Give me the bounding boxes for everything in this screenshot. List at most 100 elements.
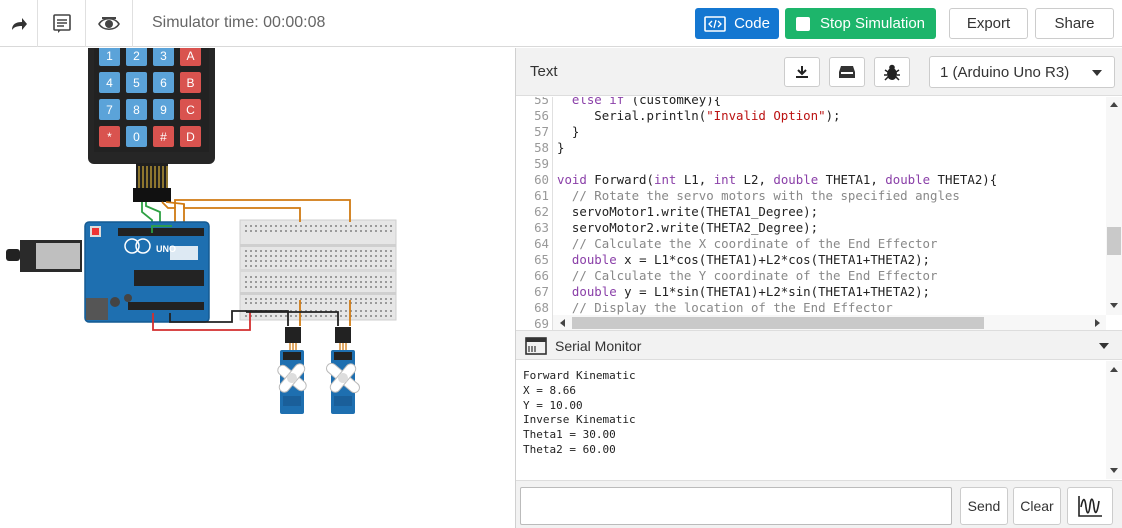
keypad-key-label: B xyxy=(186,76,194,90)
code-editor[interactable]: 55 else if (customKey){56 Serial.println… xyxy=(516,97,1122,330)
editor-mode-label[interactable]: Text xyxy=(530,63,558,80)
code-line[interactable]: 64 // Calculate the X coordinate of the … xyxy=(516,236,1106,252)
editor-vertical-scroll-thumb[interactable] xyxy=(1107,227,1121,255)
code-text: else if (customKey){ xyxy=(571,97,722,107)
plotter-graph-button[interactable] xyxy=(1067,487,1113,525)
code-line[interactable]: 61 // Rotate the servo motors with the s… xyxy=(516,188,1106,204)
redo-icon[interactable] xyxy=(0,0,37,47)
scroll-up-icon[interactable] xyxy=(1109,100,1119,108)
send-button[interactable]: Send xyxy=(960,487,1008,525)
debugger-bug-icon[interactable] xyxy=(874,57,910,87)
scroll-down-icon[interactable] xyxy=(1109,302,1119,310)
serial-line: Theta2 = 60.00 xyxy=(523,442,616,456)
serial-line: Forward Kinematic xyxy=(523,369,636,382)
code-icon xyxy=(704,15,726,32)
code-text: } xyxy=(557,140,565,155)
line-number: 67 xyxy=(534,284,549,299)
serial-line: X = 8.66 xyxy=(523,383,576,397)
stop-simulation-label: Stop Simulation xyxy=(819,15,926,32)
keypad-key-label: 5 xyxy=(133,76,140,90)
line-number: 66 xyxy=(534,268,549,283)
serial-output: Forward Kinematic X = 8.66 Y = 10.00 Inv… xyxy=(516,361,1106,479)
export-button[interactable]: Export xyxy=(949,8,1028,39)
serial-monitor-icon xyxy=(525,337,547,355)
code-text: double x = L1*cos(THETA1)+L2*cos(THETA1+… xyxy=(571,252,930,267)
serial-line: Theta1 = 30.00 xyxy=(523,428,616,442)
code-text: servoMotor1.write(THETA1_Degree); xyxy=(557,204,819,219)
keypad-key-label: A xyxy=(186,49,194,63)
servo-2[interactable] xyxy=(317,327,369,414)
line-number: 60 xyxy=(534,172,549,187)
breadboard[interactable] xyxy=(239,219,397,321)
scroll-right-icon[interactable] xyxy=(1094,318,1102,328)
code-text: // Rotate the servo motors with the spec… xyxy=(557,188,960,203)
code-line[interactable]: 62 servoMotor1.write(THETA1_Degree); xyxy=(516,204,1106,220)
line-number: 68 xyxy=(534,300,549,315)
keypad-key-label: 7 xyxy=(106,103,113,117)
simulator-time: Simulator time: 00:00:08 xyxy=(152,14,326,31)
code-line[interactable]: 63 servoMotor2.write(THETA2_Degree); xyxy=(516,220,1106,236)
serial-line: Y = 10.00 xyxy=(523,398,583,412)
clear-button[interactable]: Clear xyxy=(1013,487,1061,525)
keypad-key-label: 8 xyxy=(133,103,140,117)
code-button[interactable]: Code xyxy=(695,8,779,39)
code-line[interactable]: 56 Serial.println("Invalid Option"); xyxy=(516,108,1106,124)
code-line[interactable]: 66 // Calculate the Y coordinate of the … xyxy=(516,268,1106,284)
line-number: 55 xyxy=(534,97,549,107)
chevron-down-icon xyxy=(1092,70,1102,76)
serial-monitor-title: Serial Monitor xyxy=(555,338,642,354)
code-line[interactable]: 59 xyxy=(516,156,1106,172)
code-line[interactable]: 57 } xyxy=(516,124,1106,140)
code-line[interactable]: 68 // Display the location of the End Ef… xyxy=(516,300,1106,316)
keypad[interactable]: 1 2 3 A 4 5 6 B 7 8 9 C * 0 # D xyxy=(88,48,215,202)
serial-input[interactable] xyxy=(520,487,952,525)
collapse-chevron-icon[interactable] xyxy=(1099,343,1109,350)
arduino-uno[interactable]: UNO xyxy=(6,221,210,323)
code-line[interactable]: 65 double x = L1*cos(THETA1)+L2*cos(THET… xyxy=(516,252,1106,268)
code-line[interactable]: 67 double y = L1*sin(THETA1)+L2*sin(THET… xyxy=(516,284,1106,300)
board-select-value: 1 (Arduino Uno R3) xyxy=(940,63,1070,81)
visibility-icon[interactable] xyxy=(90,0,127,47)
editor-vertical-scrollbar[interactable] xyxy=(1106,97,1122,315)
keypad-key-label: 2 xyxy=(133,49,140,63)
line-number: 61 xyxy=(534,188,549,203)
code-text: // Display the location of the End Effec… xyxy=(557,300,893,315)
scroll-down-icon xyxy=(1110,468,1118,473)
upload-box-icon[interactable] xyxy=(829,57,865,87)
serial-line: Inverse Kinematic xyxy=(523,413,636,427)
code-text: } xyxy=(557,124,580,139)
circuit-canvas[interactable]: 1 2 3 A 4 5 6 B 7 8 9 C * 0 # D UNO xyxy=(0,48,515,528)
download-icon[interactable] xyxy=(784,57,820,87)
keypad-key-label: # xyxy=(160,130,167,144)
code-text: servoMotor2.write(THETA2_Degree); xyxy=(557,220,819,235)
code-button-label: Code xyxy=(734,15,770,32)
line-number: 64 xyxy=(534,236,549,251)
line-number: 62 xyxy=(534,204,549,219)
servo-1[interactable] xyxy=(268,327,316,414)
code-text: // Calculate the Y coordinate of the End… xyxy=(557,268,938,283)
board-select[interactable]: 1 (Arduino Uno R3) xyxy=(929,56,1115,88)
keypad-key-label: * xyxy=(107,130,112,144)
keypad-key-label: 6 xyxy=(160,76,167,90)
code-text: double y = L1*sin(THETA1)+L2*sin(THETA1+… xyxy=(571,284,930,299)
line-number: 56 xyxy=(534,108,549,123)
serial-monitor-header[interactable]: Serial Monitor xyxy=(516,330,1122,360)
editor-horizontal-scroll-thumb[interactable] xyxy=(572,317,984,329)
code-panel-header: Text 1 (Arduino Uno R3) xyxy=(516,48,1122,96)
keypad-key-label: D xyxy=(186,130,195,144)
line-number: 59 xyxy=(534,156,549,171)
graph-icon xyxy=(1078,496,1102,517)
code-line[interactable]: 58} xyxy=(516,140,1106,156)
line-number: 65 xyxy=(534,252,549,267)
serial-vertical-scrollbar[interactable] xyxy=(1106,361,1122,479)
line-number: 58 xyxy=(534,140,549,155)
code-line[interactable]: 55 else if (customKey){ xyxy=(516,97,1106,108)
notes-icon[interactable] xyxy=(43,0,80,47)
scroll-left-icon[interactable] xyxy=(558,318,566,328)
line-number: 57 xyxy=(534,124,549,139)
stop-simulation-button[interactable]: Stop Simulation xyxy=(785,8,936,39)
share-button[interactable]: Share xyxy=(1035,8,1114,39)
code-line[interactable]: 60 void Forward(int L1, int L2, double TH… xyxy=(516,172,1106,188)
code-text: void Forward(int L1, int L2, double THET… xyxy=(557,172,998,187)
keypad-key-label: 3 xyxy=(160,49,167,63)
